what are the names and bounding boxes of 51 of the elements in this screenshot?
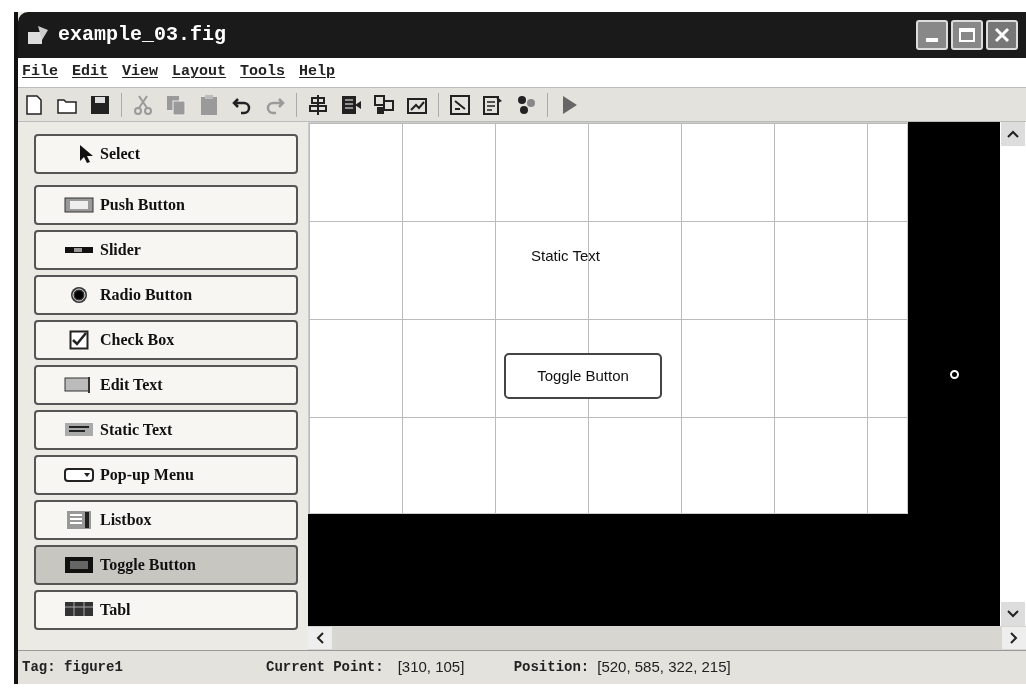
horizontal-scrollbar[interactable] [308, 626, 1026, 650]
tag-text: Tag: figure1 [22, 658, 124, 677]
caret-left-icon [316, 632, 324, 644]
minimize-button[interactable] [916, 20, 948, 50]
align-icon[interactable] [306, 92, 330, 117]
menu-item[interactable]: Help [299, 61, 336, 84]
palette-button[interactable]: Push Button [34, 185, 298, 225]
toggle-button-icon [64, 555, 94, 575]
close-button[interactable] [986, 20, 1018, 50]
menu-item[interactable]: Edit [72, 61, 109, 84]
editor-icon[interactable] [448, 92, 472, 117]
palette-button[interactable]: Edit Text [34, 365, 298, 405]
resize-handle[interactable] [949, 369, 959, 379]
listbox-icon [64, 510, 94, 530]
popup-menu-icon [64, 465, 94, 485]
scroll-right-button[interactable] [1002, 627, 1026, 649]
scroll-left-button[interactable] [308, 627, 332, 649]
checkbox-icon [69, 330, 89, 350]
palette-button[interactable]: Pop-up Menu [34, 455, 298, 495]
tab-order-icon[interactable] [372, 92, 396, 117]
figure-icon [26, 24, 50, 46]
toggle-button[interactable]: Toggle Button [504, 353, 662, 399]
scroll-down-button[interactable] [1001, 602, 1025, 626]
vertical-scrollbar[interactable] [1000, 122, 1026, 626]
window-title: example_03.fig [58, 22, 227, 48]
static-text[interactable]: Static Text [531, 245, 600, 268]
scroll-up-button[interactable] [1001, 122, 1025, 146]
palette-button[interactable]: Tabl [34, 590, 298, 630]
palette-button[interactable]: Radio Button [34, 275, 298, 315]
current-point-label: Current Point: [266, 658, 384, 677]
close-icon [994, 27, 1010, 43]
menu-item[interactable]: Tools [240, 61, 286, 84]
caret-up-icon [1007, 130, 1019, 138]
palette-button[interactable]: Listbox [34, 500, 298, 540]
position-label: Position: [513, 658, 590, 677]
radio-button-icon [69, 285, 89, 305]
menu-item[interactable]: View [122, 61, 159, 84]
palette-button[interactable]: Check Box [34, 320, 298, 360]
palette-button[interactable]: Toggle Button [34, 545, 298, 585]
palette-button[interactable]: Static Text [34, 410, 298, 450]
pointer-icon [78, 144, 94, 164]
position-value: [520, 585, 322, 215] [597, 657, 731, 678]
caret-down-icon [1007, 610, 1019, 618]
push-button-icon [64, 195, 94, 215]
current-point-value: [310, 105] [397, 657, 466, 678]
menu-item[interactable]: Layout [172, 61, 227, 84]
palette-button[interactable]: Slider [34, 230, 298, 270]
maximize-button[interactable] [951, 20, 983, 50]
palette-button[interactable]: Select [34, 134, 298, 174]
menu-item[interactable]: File [22, 61, 58, 84]
caret-right-icon [1010, 632, 1018, 644]
